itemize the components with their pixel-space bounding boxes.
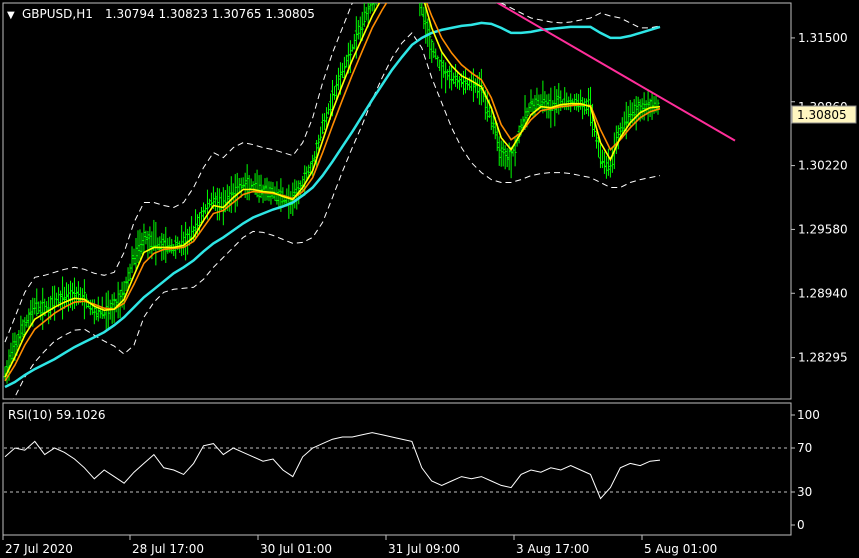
time-tick-label: 31 Jul 09:00 [388, 542, 460, 556]
price-tick-label: 1.30220 [798, 159, 848, 173]
time-tick-label: 28 Jul 17:00 [132, 542, 204, 556]
ohlc-label: 1.30794 1.30823 1.30765 1.30805 [105, 7, 315, 21]
time-tick-label: 3 Aug 17:00 [516, 542, 589, 556]
price-tick-label: 1.31500 [798, 31, 848, 45]
time-tick-label: 30 Jul 01:00 [260, 542, 332, 556]
symbol-label: GBPUSD,H1 [22, 7, 93, 21]
price-tick-label: 1.29580 [798, 222, 848, 236]
rsi-tick-label: 70 [797, 441, 812, 455]
price-tick-label: 1.28295 [798, 351, 848, 365]
rsi-tick-label: 100 [797, 408, 820, 422]
time-tick-label: 27 Jul 2020 [5, 542, 73, 556]
rsi-title: RSI(10) 59.1026 [8, 408, 106, 422]
rsi-tick-label: 30 [797, 485, 812, 499]
rsi-tick-label: 0 [797, 518, 805, 532]
chart-background [0, 0, 859, 558]
current-price-value: 1.30805 [797, 108, 847, 122]
dropdown-icon[interactable]: ▼ [7, 10, 15, 21]
chart-canvas: 1.31500 1.30220 1.29580 1.28940 1.28295 100 7… [0, 0, 859, 558]
time-tick-label: 5 Aug 01:00 [644, 542, 717, 556]
price-tick-label: 1.28940 [798, 286, 848, 300]
